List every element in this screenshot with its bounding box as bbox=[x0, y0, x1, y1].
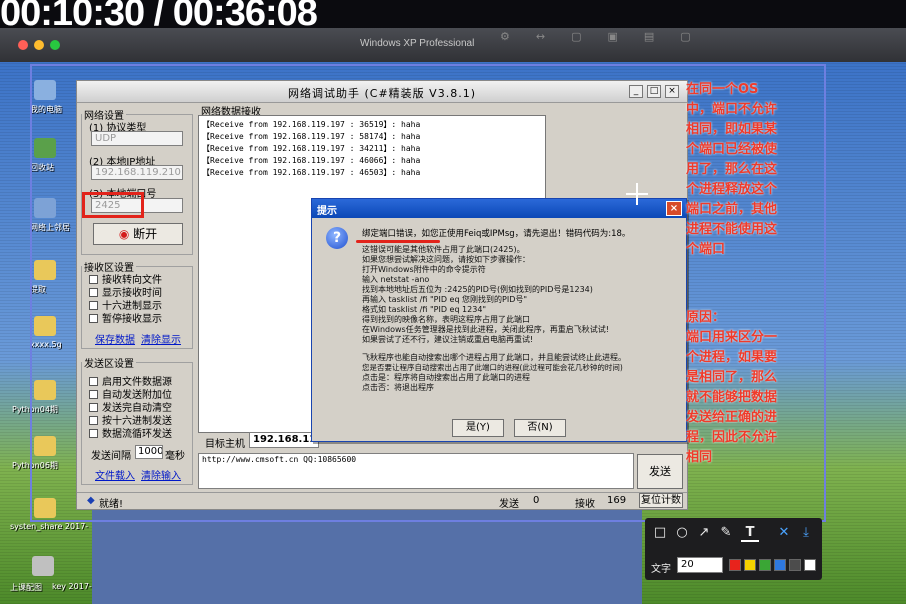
minimize-dot-icon[interactable] bbox=[34, 40, 44, 50]
rectangle-tool-icon[interactable]: □ bbox=[651, 524, 669, 542]
folder-icon[interactable] bbox=[34, 260, 56, 280]
color-swatch-blue[interactable] bbox=[774, 559, 786, 571]
record-dot-icon: ◉ bbox=[118, 227, 130, 241]
annotation-note-1: 在同一个OS 中，端口不允许 相同，即如果某 个端口已经被使 用了，那么在这 个进程释放这… bbox=[686, 82, 778, 257]
zoom-dot-icon[interactable] bbox=[50, 40, 60, 50]
error-dialog: 提示 × ? 绑定端口错误，如您正使用Feiq或IPMsg，请先退出！错码代码为… bbox=[311, 198, 687, 442]
recv-line: 【Receive from 192.168.119.197 : 34211】: … bbox=[202, 144, 421, 153]
send-count: 0 bbox=[533, 495, 540, 506]
send-interval-field[interactable]: 1000 bbox=[135, 445, 163, 459]
recv-line: 【Receive from 192.168.119.197 : 46066】: … bbox=[202, 156, 421, 165]
maximize-icon[interactable]: □ bbox=[647, 85, 661, 98]
clear-display-link[interactable]: 清除显示 bbox=[141, 331, 181, 346]
target-host-field[interactable]: 192.168.119 bbox=[249, 432, 319, 448]
target-host-label: 目标主机 bbox=[205, 439, 245, 450]
color-swatch-red[interactable] bbox=[729, 559, 741, 571]
clear-input-link[interactable]: 清除输入 bbox=[141, 467, 181, 482]
headline-underline bbox=[356, 240, 440, 243]
brush-tool-icon[interactable]: ✎ bbox=[717, 524, 735, 542]
desktop-icon-column: 我的电脑 回收站 网络上邻居 提取 xxxx.5g Python04期 Pyth… bbox=[12, 80, 78, 520]
send-button[interactable]: 发送 bbox=[637, 454, 683, 489]
folder-icon[interactable] bbox=[34, 436, 56, 456]
image-file-icon[interactable] bbox=[32, 556, 54, 576]
dialog-title: 提示 bbox=[312, 199, 686, 218]
desktop-label-share: systen_share 2017- bbox=[10, 522, 89, 531]
dialog-headline: 绑定端口错误，如您正使用Feiq或IPMsg，请先退出！错码代码为:18。 bbox=[362, 229, 631, 239]
recv-line: 【Receive from 192.168.119.197 : 46503】: … bbox=[202, 168, 421, 177]
folder-icon[interactable] bbox=[34, 380, 56, 400]
recv-option[interactable]: 暂停接收显示 bbox=[89, 310, 162, 325]
folder-icon[interactable] bbox=[34, 498, 56, 518]
color-swatch-gray[interactable] bbox=[789, 559, 801, 571]
recv-count: 169 bbox=[607, 495, 627, 506]
vm-title: Windows XP Professional bbox=[360, 38, 475, 49]
disconnect-button[interactable]: ◉ 断开 bbox=[93, 223, 183, 245]
reset-count-button[interactable]: 复位计数 bbox=[639, 493, 683, 508]
color-swatch-green[interactable] bbox=[759, 559, 771, 571]
send-textarea[interactable]: http://www.cmsoft.cn QQ:10865600 bbox=[198, 453, 634, 489]
close-dot-icon[interactable] bbox=[18, 40, 28, 50]
text-size-label: 文字 bbox=[651, 564, 671, 575]
dialog-close-icon[interactable]: × bbox=[666, 201, 682, 216]
vm-toolbar-icons[interactable]: ⚙↔▢▣▤▢ bbox=[500, 30, 906, 50]
window-titlebar[interactable]: 网络调试助手 (C#精装版 V3.8.1) _ □ × bbox=[77, 81, 687, 103]
status-ready: 就绪! bbox=[99, 499, 124, 510]
explorer-panel bbox=[92, 510, 642, 604]
local-ip-field[interactable]: 192.168.119.210 bbox=[91, 165, 183, 180]
close-icon[interactable]: × bbox=[665, 85, 679, 98]
save-data-link[interactable]: 保存数据 bbox=[95, 331, 135, 346]
recv-line: 【Receive from 192.168.119.197 : 36519】: … bbox=[202, 120, 421, 129]
arrow-tool-icon[interactable]: ↗ bbox=[695, 524, 713, 542]
text-tool-icon[interactable]: T bbox=[741, 524, 759, 542]
recycle-bin-icon[interactable] bbox=[34, 138, 56, 158]
computer-icon[interactable] bbox=[34, 80, 56, 100]
recv-line: 【Receive from 192.168.119.197 : 58174】: … bbox=[202, 132, 421, 141]
status-bar bbox=[77, 492, 687, 510]
download-icon[interactable]: ⤓ bbox=[797, 524, 815, 542]
cancel-icon[interactable]: ✕ bbox=[775, 524, 793, 542]
yes-button[interactable]: 是(Y) bbox=[452, 419, 504, 437]
dialog-body: 这错误可能是其他软件占用了此端口(2425)。 如果您想尝试解决这问题，请按如下… bbox=[362, 245, 626, 392]
window-title: 网络调试助手 (C#精装版 V3.8.1) bbox=[288, 87, 476, 100]
status-ready-icon: ◆ bbox=[87, 495, 95, 506]
annotation-toolbar: □ ○ ↗ ✎ T ✕ ⤓ 文字 20 bbox=[645, 518, 822, 580]
ellipse-tool-icon[interactable]: ○ bbox=[673, 524, 691, 542]
folder-icon[interactable] bbox=[34, 316, 56, 336]
port-highlight-box bbox=[82, 192, 144, 218]
color-swatch-yellow[interactable] bbox=[744, 559, 756, 571]
network-icon[interactable] bbox=[34, 198, 56, 218]
protocol-select[interactable]: UDP bbox=[91, 131, 183, 146]
color-swatch-white[interactable] bbox=[804, 559, 816, 571]
text-size-select[interactable]: 20 bbox=[677, 557, 723, 573]
minimize-icon[interactable]: _ bbox=[629, 85, 643, 98]
no-button[interactable]: 否(N) bbox=[514, 419, 566, 437]
send-option[interactable]: 数据流循环发送 bbox=[89, 425, 172, 440]
annotation-note-2: 原因： 端口用来区分一 个进程，如果要 是相同了，那么 就不能够把数据 发送给正确的进 程，… bbox=[686, 310, 778, 465]
question-icon: ? bbox=[326, 227, 348, 249]
load-file-link[interactable]: 文件载入 bbox=[95, 467, 135, 482]
